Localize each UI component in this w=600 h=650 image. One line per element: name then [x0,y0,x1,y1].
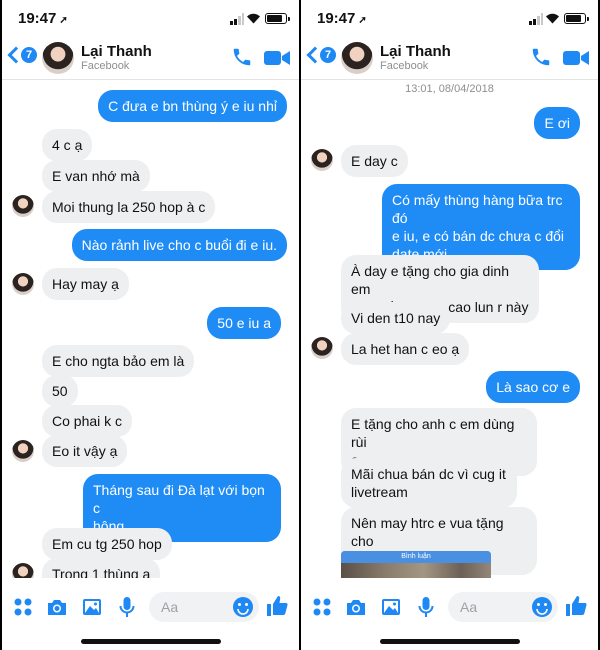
message-list[interactable]: 13:01, 08/04/2018 E ơi E day c Có mấy th… [301,81,598,578]
contact-name[interactable]: Lại Thanh [380,43,451,60]
message-bubble-incoming[interactable]: E day c [341,145,408,177]
photo-gallery-icon[interactable] [81,596,103,618]
chat-screen-right: 19:47 ➚ 7 Lại Thanh Facebook 13:01, 08/04… [301,0,598,650]
message-bubble-incoming[interactable]: E cho ngta bảo em là [42,345,195,377]
conversation-header: 7 Lại Thanh Facebook [301,36,598,80]
conversation-header: 7 Lại Thanh Facebook [2,36,299,80]
contact-avatar[interactable] [42,42,74,74]
message-bubble-incoming[interactable]: E van nhớ mà [42,160,150,192]
signal-icon [230,13,244,25]
message-input-placeholder: Aa [460,599,478,615]
signal-icon [529,13,543,25]
thumbs-up-icon[interactable] [564,594,588,618]
microphone-icon[interactable] [116,596,138,618]
contact-subtitle: Facebook [380,60,429,72]
preview-header: Bình luận [341,551,491,563]
chat-screen-left: 19:47 ➚ 7 Lại Thanh Facebook C đưa e bn t… [2,0,299,650]
status-time: 19:47 ➚ [317,10,367,27]
message-list[interactable]: C đưa e bn thùng ý e iu nhỉ 4 c ạ E van … [2,81,299,578]
message-bubble-incoming[interactable]: Moi thung la 250 hop à c [42,191,216,223]
unread-count-badge: 7 [320,47,336,63]
contact-name[interactable]: Lại Thanh [81,43,152,60]
sender-avatar [12,195,34,217]
status-bar: 19:47 ➚ [2,0,299,36]
emoji-icon[interactable] [232,596,254,618]
battery-icon [265,13,290,24]
phone-call-icon[interactable] [231,46,253,68]
wifi-icon [546,13,559,24]
status-bar: 19:47 ➚ [301,0,598,36]
sender-avatar [12,273,34,295]
message-bubble-outgoing[interactable]: Nào rảnh live cho c buổi đi e iu. [71,229,287,261]
contact-avatar[interactable] [341,42,373,74]
apps-grid-icon[interactable] [311,596,333,618]
video-call-icon[interactable] [563,49,589,67]
emoji-icon[interactable] [531,596,553,618]
message-input-placeholder: Aa [161,599,179,615]
sender-avatar [12,563,34,578]
home-indicator[interactable] [80,639,221,644]
message-input[interactable]: Aa [149,592,259,622]
phone-call-icon[interactable] [530,46,552,68]
back-button[interactable]: 7 [306,44,341,70]
video-call-icon[interactable] [264,49,290,67]
message-timestamp: 13:01, 08/04/2018 [405,83,494,95]
location-arrow-icon: ➚ [59,15,68,26]
status-time-text: 19:47 [18,10,57,27]
home-indicator[interactable] [379,639,520,644]
status-time-text: 19:47 [317,10,356,27]
message-bubble-incoming[interactable]: 50 [42,375,78,407]
unread-count-badge: 7 [21,47,37,63]
sender-avatar [311,149,333,171]
status-time: 19:47 ➚ [18,10,68,27]
message-bubble-incoming[interactable]: Em cu tg 250 hop [42,528,172,560]
preview-image [341,563,491,578]
microphone-icon[interactable] [415,596,437,618]
message-bubble-incoming[interactable]: Hay may ạ [42,268,129,300]
thumbs-up-icon[interactable] [265,594,289,618]
message-bubble-outgoing[interactable]: 50 e iu a [207,307,281,339]
location-arrow-icon: ➚ [358,15,367,26]
composer-bar: Aa [2,580,299,636]
contact-subtitle: Facebook [81,60,130,72]
message-bubble-outgoing[interactable]: C đưa e bn thùng ý e iu nhỉ [98,90,287,122]
shared-image-preview[interactable]: Bình luận [341,551,491,578]
message-bubble-outgoing[interactable]: Là sao cơ e [486,371,580,403]
wifi-icon [247,13,260,24]
sender-avatar [12,440,34,462]
message-bubble-incoming[interactable]: Co phai k c [42,405,133,437]
message-bubble-incoming[interactable]: Trong 1 thùng ạ [42,558,161,578]
message-bubble-incoming[interactable]: Eo it vậy ạ [42,435,128,467]
apps-grid-icon[interactable] [12,596,34,618]
back-button[interactable]: 7 [7,44,42,70]
message-bubble-incoming[interactable]: Mãi chua bán dc vì cug it livetream [341,458,517,508]
message-bubble-incoming[interactable]: 4 c ạ [42,129,93,161]
battery-icon [564,13,589,24]
photo-gallery-icon[interactable] [380,596,402,618]
message-bubble-incoming[interactable]: Vi den t10 nay [341,302,451,334]
camera-icon[interactable] [345,596,367,618]
sender-avatar [311,337,333,359]
message-bubble-outgoing[interactable]: E ơi [534,107,580,139]
camera-icon[interactable] [46,596,68,618]
message-bubble-incoming[interactable]: La het han c eo ạ [341,333,470,365]
composer-bar: Aa [301,580,598,636]
message-input[interactable]: Aa [448,592,558,622]
